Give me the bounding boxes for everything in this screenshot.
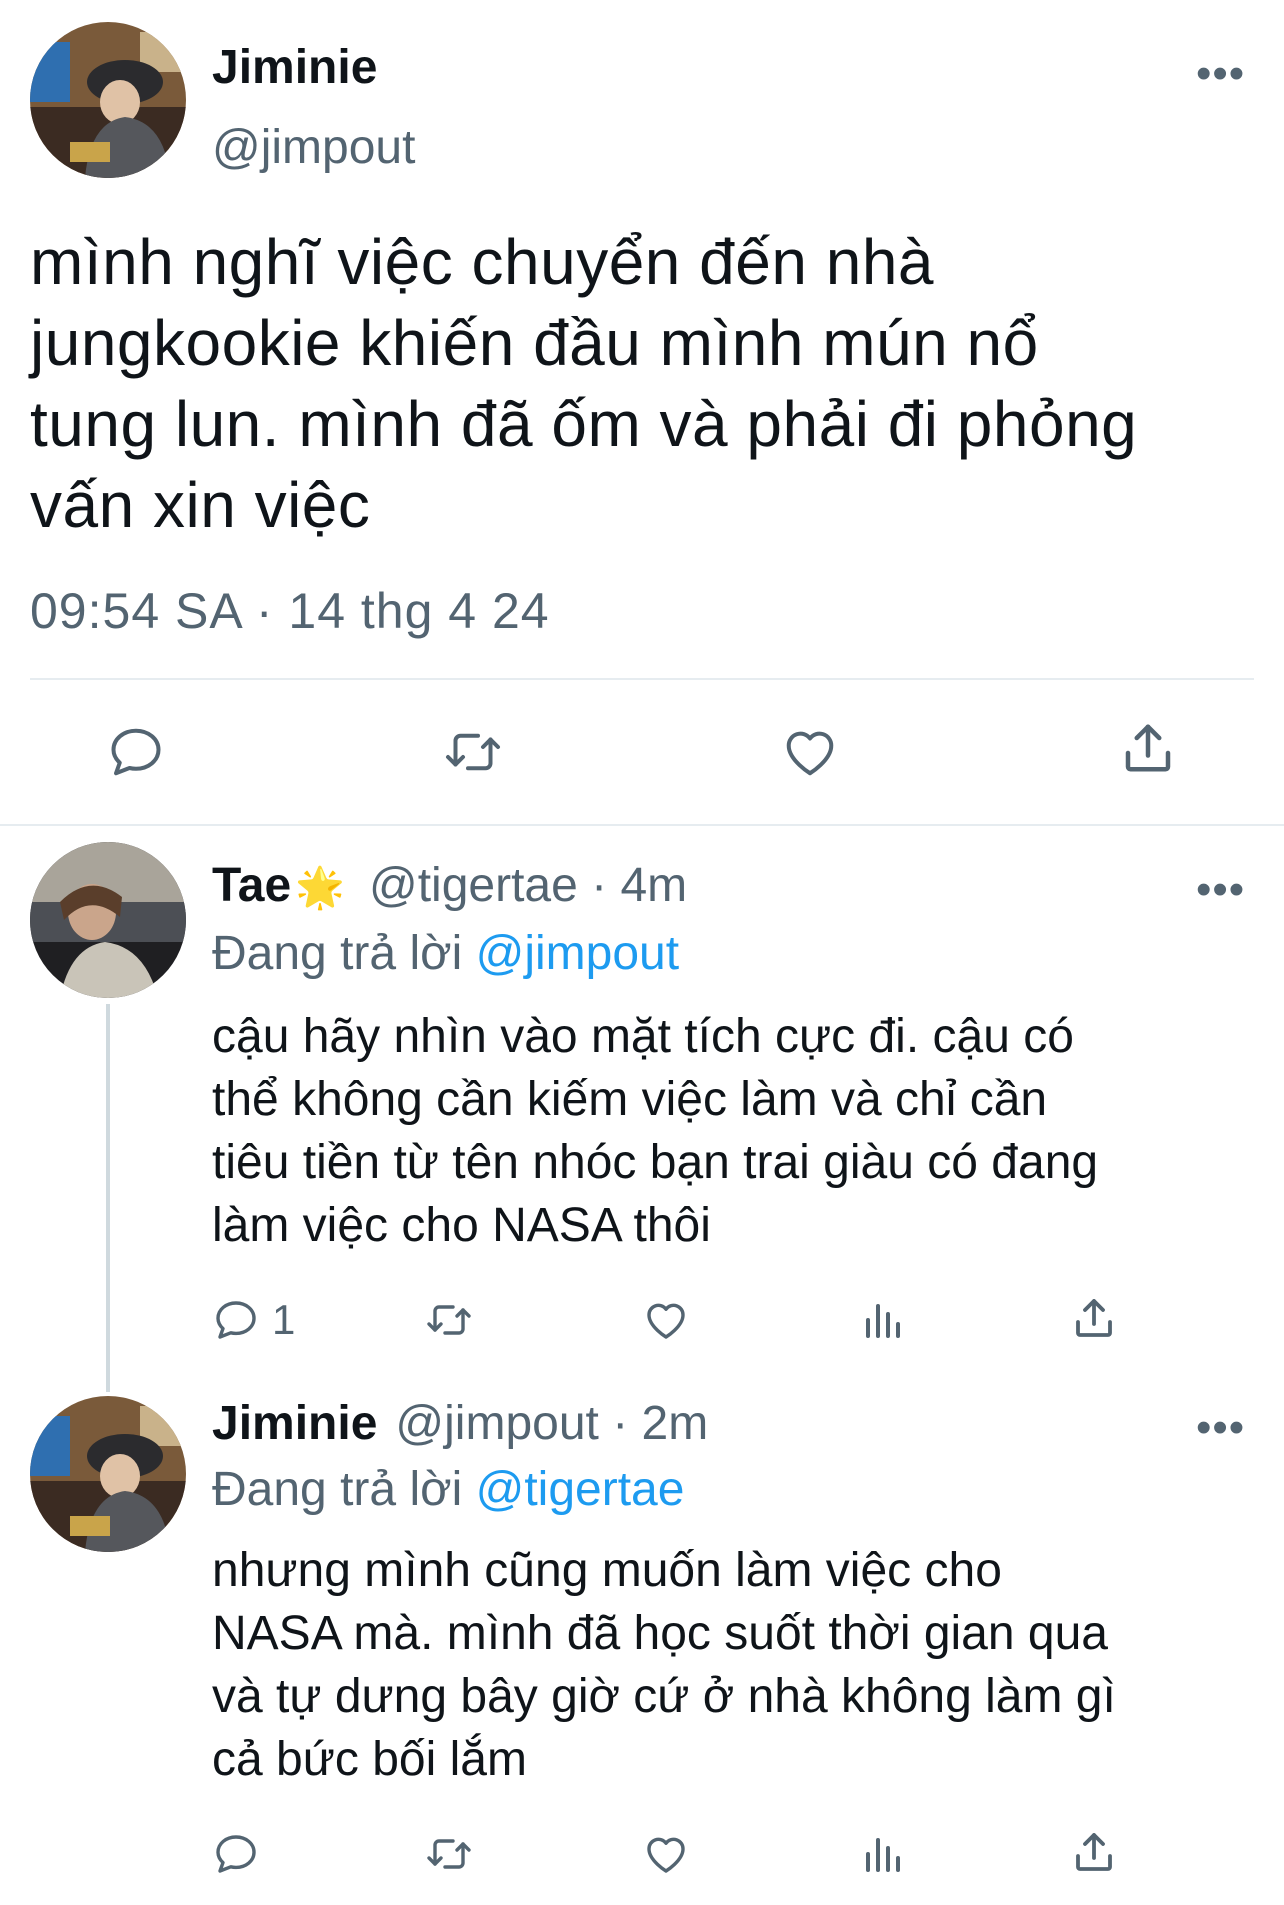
replying-label: Đang trả lời [212,1463,463,1516]
tweet-timestamp[interactable]: 09:54 SA · 14 thg 4 24 [30,582,550,640]
display-name[interactable]: Jiminie [212,1396,377,1451]
like-button[interactable] [642,1830,690,1878]
retweet-button[interactable] [422,1296,476,1344]
share-button[interactable] [1070,1828,1118,1876]
star-badge-icon: 🌟 [295,866,345,910]
reply-icon [216,1301,256,1339]
user-handle[interactable]: @jimpout [212,120,415,175]
more-options-button[interactable]: ••• [1196,1406,1245,1450]
replying-to: Đang trả lời @jimpout [212,926,679,981]
like-icon [647,1837,685,1873]
like-icon [647,1303,685,1339]
retweet-icon [427,1839,471,1869]
share-icon [1076,1299,1112,1337]
share-button[interactable] [1070,1294,1118,1342]
reply-icon [216,1835,256,1873]
reply-icon [111,728,161,776]
retweet-icon [446,733,500,771]
more-options-button[interactable]: ••• [1196,868,1245,912]
reply-button[interactable]: 1 [212,1296,295,1344]
retweet-button[interactable] [422,1830,476,1878]
replying-to: Đang trả lời @tigertae [212,1462,684,1517]
retweet-icon [427,1305,471,1335]
handle-time[interactable]: @tigertae · 4m [369,858,687,913]
mention-link[interactable]: @jimpout [476,927,679,980]
replying-label: Đang trả lời [212,927,463,980]
analytics-icon [866,1838,900,1872]
tweet-text: nhưng mình cũng muốn làm việc cho NASA m… [212,1544,1116,1786]
share-icon [1125,724,1171,772]
analytics-button[interactable] [858,1830,906,1878]
avatar[interactable] [30,22,186,178]
tweet-text: mình nghĩ việc chuyển đến nhà jungkookie… [30,226,1138,541]
like-button[interactable] [780,722,840,782]
retweet-button[interactable] [440,722,506,782]
handle-time[interactable]: @jimpout · 2m [395,1396,708,1451]
like-button[interactable] [642,1296,690,1344]
reply-button[interactable] [106,722,166,782]
reply-header: Jiminie @jimpout · 2m [212,1396,708,1451]
more-options-button[interactable]: ••• [1196,52,1245,96]
divider [0,824,1284,826]
thread-line [106,1004,110,1392]
reply-button[interactable] [212,1830,260,1878]
avatar[interactable] [30,1396,186,1552]
share-button[interactable] [1118,718,1178,778]
tweet-text: cậu hãy nhìn vào mặt tích cực đi. cậu có… [212,1010,1099,1252]
reply-count: 1 [272,1296,296,1343]
divider [30,678,1254,680]
avatar[interactable] [30,842,186,998]
like-icon [786,731,834,776]
analytics-icon [866,1304,900,1338]
display-name[interactable]: Jiminie [212,40,377,95]
mention-link[interactable]: @tigertae [476,1463,685,1516]
display-name[interactable]: Tae [212,858,291,913]
reply-header: Tae 🌟 @tigertae · 4m [212,858,687,913]
analytics-button[interactable] [858,1296,906,1344]
share-icon [1076,1833,1112,1871]
